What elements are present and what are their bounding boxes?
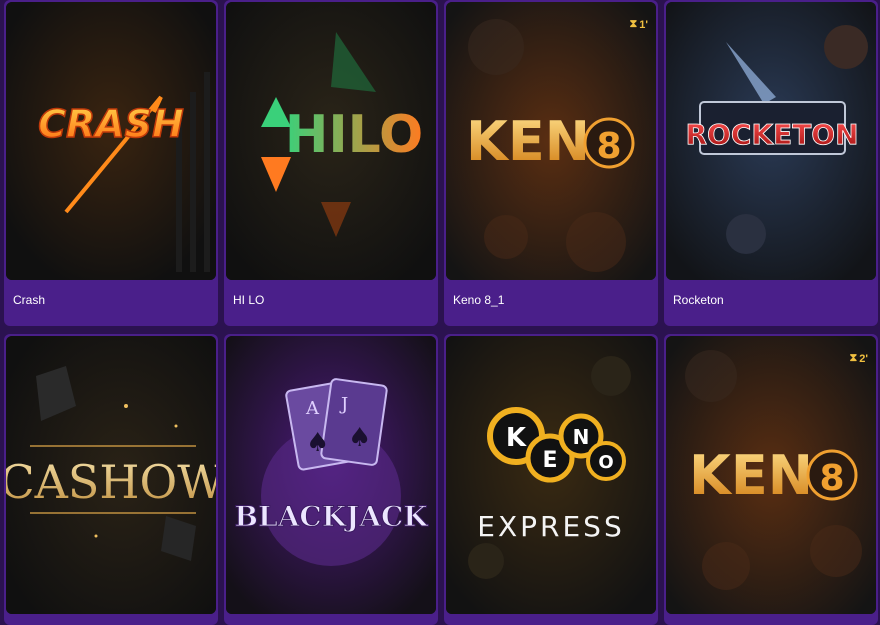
game-thumbnail-cashow[interactable]: CASHOW xyxy=(6,336,216,614)
svg-text:J: J xyxy=(339,394,348,415)
blackjack-logo: BLACKJACK xyxy=(234,500,429,533)
hilo-logo: HILO xyxy=(285,105,423,165)
game-thumbnail-blackjack[interactable]: A J ♠ ♠ BLACKJACK xyxy=(226,336,436,614)
game-title: Crash xyxy=(13,293,46,307)
crash-logo: CRASH xyxy=(38,102,184,146)
game-card-blackjack[interactable]: A J ♠ ♠ BLACKJACK xyxy=(224,334,438,625)
game-thumbnail-rocketon[interactable]: ROCKETON xyxy=(666,2,876,280)
timer-badge: ⧗ 1' xyxy=(629,18,648,31)
hourglass-icon: ⧗ xyxy=(849,352,858,364)
game-card-keno-8-1[interactable]: KEN 8 ⧗ 1' Keno 8_1 xyxy=(444,0,658,326)
game-title: HI LO xyxy=(233,293,265,307)
game-card-cashow[interactable]: CASHOW xyxy=(4,334,218,625)
svg-text:N: N xyxy=(573,425,590,449)
game-card-keno-express[interactable]: K E N O EXPRESS xyxy=(444,334,658,625)
game-thumbnail-keno-8-2[interactable]: KEN 8 xyxy=(666,336,876,614)
game-card-keno-8-2[interactable]: KEN 8 ⧗ 2' xyxy=(664,334,878,625)
svg-text:8: 8 xyxy=(596,126,621,167)
game-thumbnail-keno-8-1[interactable]: KEN 8 xyxy=(446,2,656,280)
hourglass-icon: ⧗ xyxy=(629,18,638,30)
game-title: Rocketon xyxy=(673,293,724,307)
keno-logo: KEN xyxy=(689,444,813,507)
game-thumbnail-crash[interactable]: CRASH xyxy=(6,2,216,280)
rocketon-logo: ROCKETON xyxy=(685,118,858,151)
svg-text:A: A xyxy=(305,398,320,419)
svg-text:♠: ♠ xyxy=(306,428,329,458)
game-title: Keno 8_1 xyxy=(453,293,505,307)
timer-badge: ⧗ 2' xyxy=(849,352,868,365)
svg-text:O: O xyxy=(598,452,613,473)
svg-text:K: K xyxy=(506,423,527,453)
svg-text:E: E xyxy=(542,448,557,473)
game-card-rocketon[interactable]: ROCKETON Rocketon xyxy=(664,0,878,326)
games-grid: CRASH Crash HILO HI LO KEN 8 ⧗ 1' Keno 8… xyxy=(4,0,880,625)
game-card-crash[interactable]: CRASH Crash xyxy=(4,0,218,326)
game-thumbnail-keno-express[interactable]: K E N O EXPRESS xyxy=(446,336,656,614)
svg-text:♠: ♠ xyxy=(348,423,371,453)
cashow-logo: CASHOW xyxy=(6,455,216,509)
game-thumbnail-hilo[interactable]: HILO xyxy=(226,2,436,280)
keno-logo: KEN xyxy=(466,110,590,173)
keno-express-logo: EXPRESS xyxy=(477,510,624,543)
svg-text:8: 8 xyxy=(819,458,844,499)
game-card-hilo[interactable]: HILO HI LO xyxy=(224,0,438,326)
